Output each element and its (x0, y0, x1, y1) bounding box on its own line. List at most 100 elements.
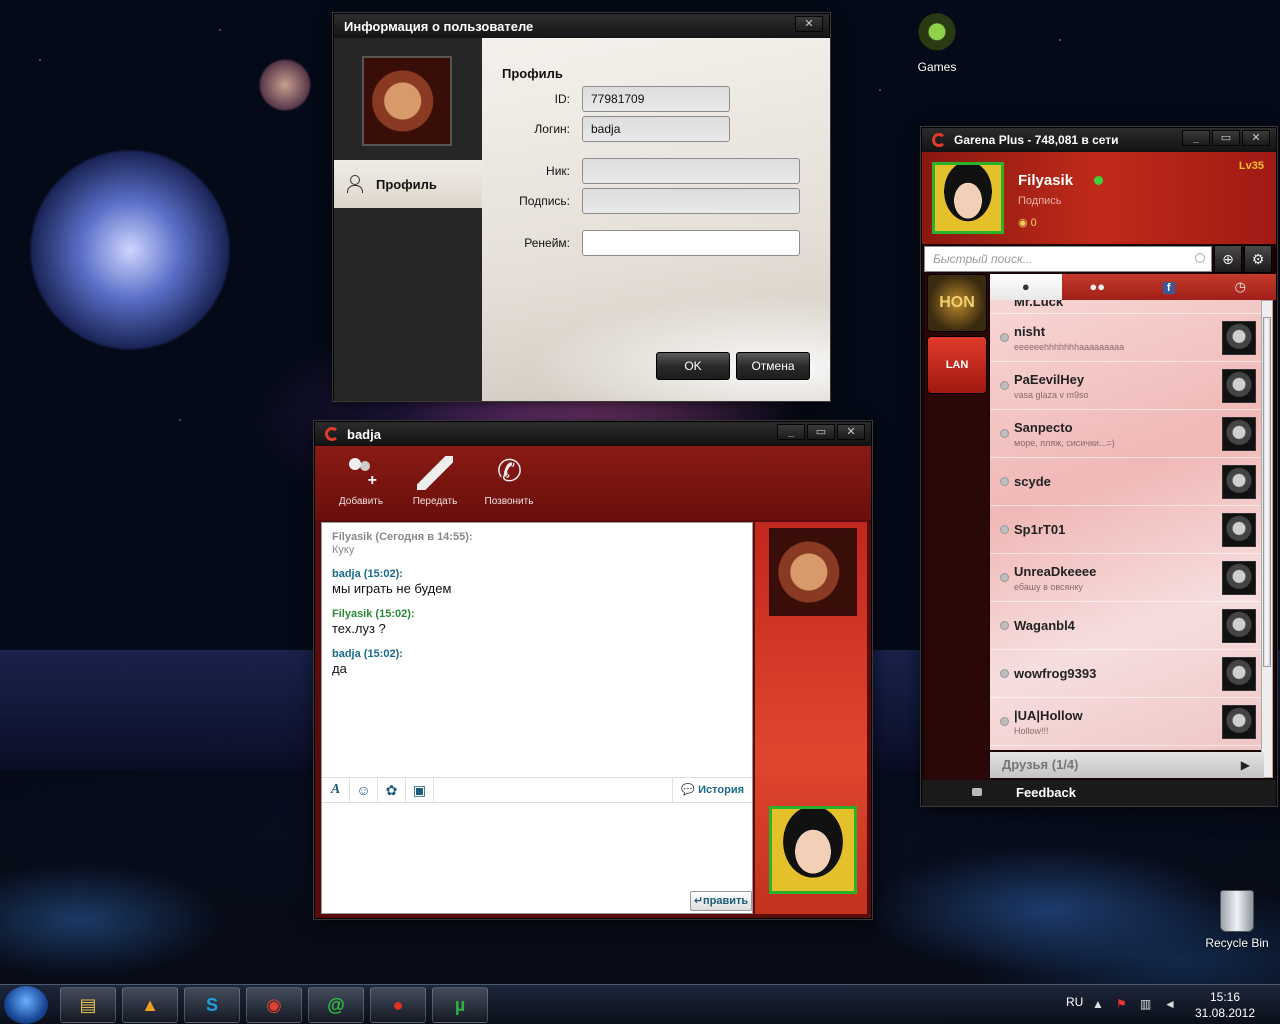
profile-avatar[interactable] (932, 162, 1004, 234)
clock[interactable]: 15:16 31.08.2012 (1190, 989, 1260, 1021)
ok-button[interactable]: OK (656, 352, 730, 380)
folder-icon: ▤ (79, 995, 97, 1015)
tab-facebook[interactable]: f (1133, 274, 1205, 300)
taskbar-explorer[interactable]: ▤ (60, 987, 116, 1023)
feedback-button[interactable]: Feedback (922, 780, 1276, 806)
maximize-button[interactable]: ▭ (807, 424, 835, 440)
close-button[interactable]: ✕ (795, 16, 823, 32)
user-info-dialog: Информация о пользователе ✕ Профиль Проф… (333, 13, 830, 401)
my-avatar[interactable] (769, 806, 857, 894)
language-indicator[interactable]: RU (1066, 995, 1083, 1009)
nick-field (582, 158, 800, 184)
dialog-titlebar[interactable]: Информация о пользователе ✕ (334, 14, 829, 38)
message-text: да (332, 661, 347, 676)
profile-signature[interactable]: Подпись (1018, 195, 1062, 207)
action-center-icon[interactable]: ⚑ (1116, 997, 1130, 1011)
add-friend-button[interactable]: ⊕ (1214, 245, 1242, 273)
level-badge: Lv35 (1238, 160, 1264, 172)
list-item[interactable]: PaEevilHey vasa glaza v m9so (990, 362, 1264, 410)
friend-name: Waganbl4 (1014, 618, 1075, 633)
tab-recent[interactable]: ◷ (1205, 274, 1277, 300)
add-friend-button[interactable]: Добавить (333, 456, 389, 520)
list-item[interactable]: nisht eeeeeehhhhhhhaaaaaaaaa (990, 314, 1264, 362)
show-hidden-icons-icon[interactable]: ▲ (1092, 997, 1106, 1011)
screenshot-icon[interactable]: ▣ (406, 778, 434, 802)
sidebar-item-profile[interactable]: Профиль (334, 160, 482, 208)
offline-status-icon (1000, 429, 1009, 438)
history-button[interactable]: 💬 История (672, 778, 744, 802)
list-item[interactable]: scyde (990, 458, 1264, 506)
list-item[interactable]: |UA|Hollow Hollow!!! (990, 698, 1264, 746)
minimize-button[interactable]: _ (777, 424, 805, 440)
list-item[interactable]: Sp1rT01 (990, 506, 1264, 554)
nudge-icon[interactable]: ✿ (378, 778, 406, 802)
search-input[interactable]: Быстрый поиск... (924, 246, 1212, 272)
list-item[interactable]: Mr.Luck (990, 300, 1264, 314)
close-button[interactable]: ✕ (837, 424, 865, 440)
call-button[interactable]: Позвонить (481, 454, 537, 520)
send-button[interactable]: ↵править (690, 891, 752, 911)
friend-avatar (1222, 657, 1256, 691)
chat-title: badja (347, 426, 381, 442)
taskbar-mail-agent[interactable]: @ (308, 987, 364, 1023)
network-icon[interactable]: ▥ (1140, 997, 1154, 1011)
message-input[interactable] (322, 805, 752, 913)
rename-input[interactable] (582, 230, 800, 256)
desktop-icon-games[interactable]: Games (902, 12, 972, 74)
list-item[interactable]: wowfrog9393 (990, 650, 1264, 698)
chat-titlebar[interactable]: badja _ ▭ ✕ (315, 422, 871, 446)
message: Filyasik (Сегодня в 14:55): Куку (332, 531, 742, 556)
taskbar-garena[interactable]: ● (370, 987, 426, 1023)
scrollbar-thumb[interactable] (1263, 317, 1271, 667)
tab-friends[interactable]: ● (990, 274, 1062, 300)
chevron-right-icon: ▶ (1240, 758, 1250, 772)
list-item[interactable]: UnreaDkeeee ебашу в овсянку (990, 554, 1264, 602)
desktop-icon-label: Games (917, 60, 957, 74)
message-text: тех.луз ? (332, 621, 386, 636)
taskbar-chrome[interactable]: ◉ (246, 987, 302, 1023)
recycle-bin-icon (1220, 890, 1254, 932)
friends-scrollbar[interactable] (1261, 300, 1273, 778)
friend-avatar (1222, 561, 1256, 595)
chrome-icon: ◉ (266, 995, 282, 1015)
friend-avatar (1222, 417, 1256, 451)
font-icon[interactable]: A (322, 778, 350, 802)
toolbar-label: Позвонить (484, 496, 534, 507)
login-field: badja (582, 116, 730, 142)
close-button[interactable]: ✕ (1242, 130, 1270, 146)
message-header: badja (15:02): (332, 648, 403, 660)
emoticon-icon[interactable]: ☺ (350, 778, 378, 802)
taskbar-utorrent[interactable]: µ (432, 987, 488, 1023)
offline-status-icon (1000, 717, 1009, 726)
minimize-button[interactable]: _ (1182, 130, 1210, 146)
taskbar: ▤ ▲ S ◉ @ ● µ RU ▲ ⚑ ▥ ◄ 15:16 31.08.201… (0, 984, 1280, 1024)
taskbar-skype[interactable]: S (184, 987, 240, 1023)
send-file-button[interactable]: Передать (407, 456, 463, 520)
shell-icon: ◉ (1018, 217, 1031, 229)
taskbar-aimp[interactable]: ▲ (122, 987, 178, 1023)
main-titlebar[interactable]: Garena Plus - 748,081 в сети _ ▭ ✕ (922, 128, 1276, 152)
list-item[interactable]: Sanpecto море, пляж, сисички...=) (990, 410, 1264, 458)
maximize-button[interactable]: ▭ (1212, 130, 1240, 146)
profile-name: Filyasik (1018, 172, 1074, 189)
settings-button[interactable]: ⚙ (1244, 245, 1272, 273)
friend-name: Sp1rT01 (1014, 522, 1066, 537)
friends-tabs: ● ●● f ◷ (990, 274, 1276, 300)
group-icon: ●● (1089, 279, 1106, 294)
friend-avatar (1222, 369, 1256, 403)
start-button[interactable] (4, 986, 48, 1024)
app-hon[interactable]: HON (927, 274, 987, 332)
friend-avatar (1222, 513, 1256, 547)
desktop-icon-recycle-bin[interactable]: Recycle Bin (1202, 890, 1272, 950)
toolbar-label: Передать (412, 496, 458, 507)
friends-list: Mr.Luck nisht eeeeeehhhhhhhaaaaaaaaa PaE… (990, 300, 1264, 750)
friends-group-header[interactable]: Друзья (1/4) ▶ (990, 752, 1264, 778)
list-item[interactable]: Waganbl4 (990, 602, 1264, 650)
online-status-icon[interactable] (1094, 176, 1103, 185)
contact-avatar[interactable] (769, 528, 857, 616)
tab-groups[interactable]: ●● (1062, 274, 1134, 300)
signature-field (582, 188, 800, 214)
app-lan[interactable]: LAN (927, 336, 987, 394)
volume-icon[interactable]: ◄ (1164, 997, 1178, 1011)
cancel-button[interactable]: Отмена (736, 352, 810, 380)
